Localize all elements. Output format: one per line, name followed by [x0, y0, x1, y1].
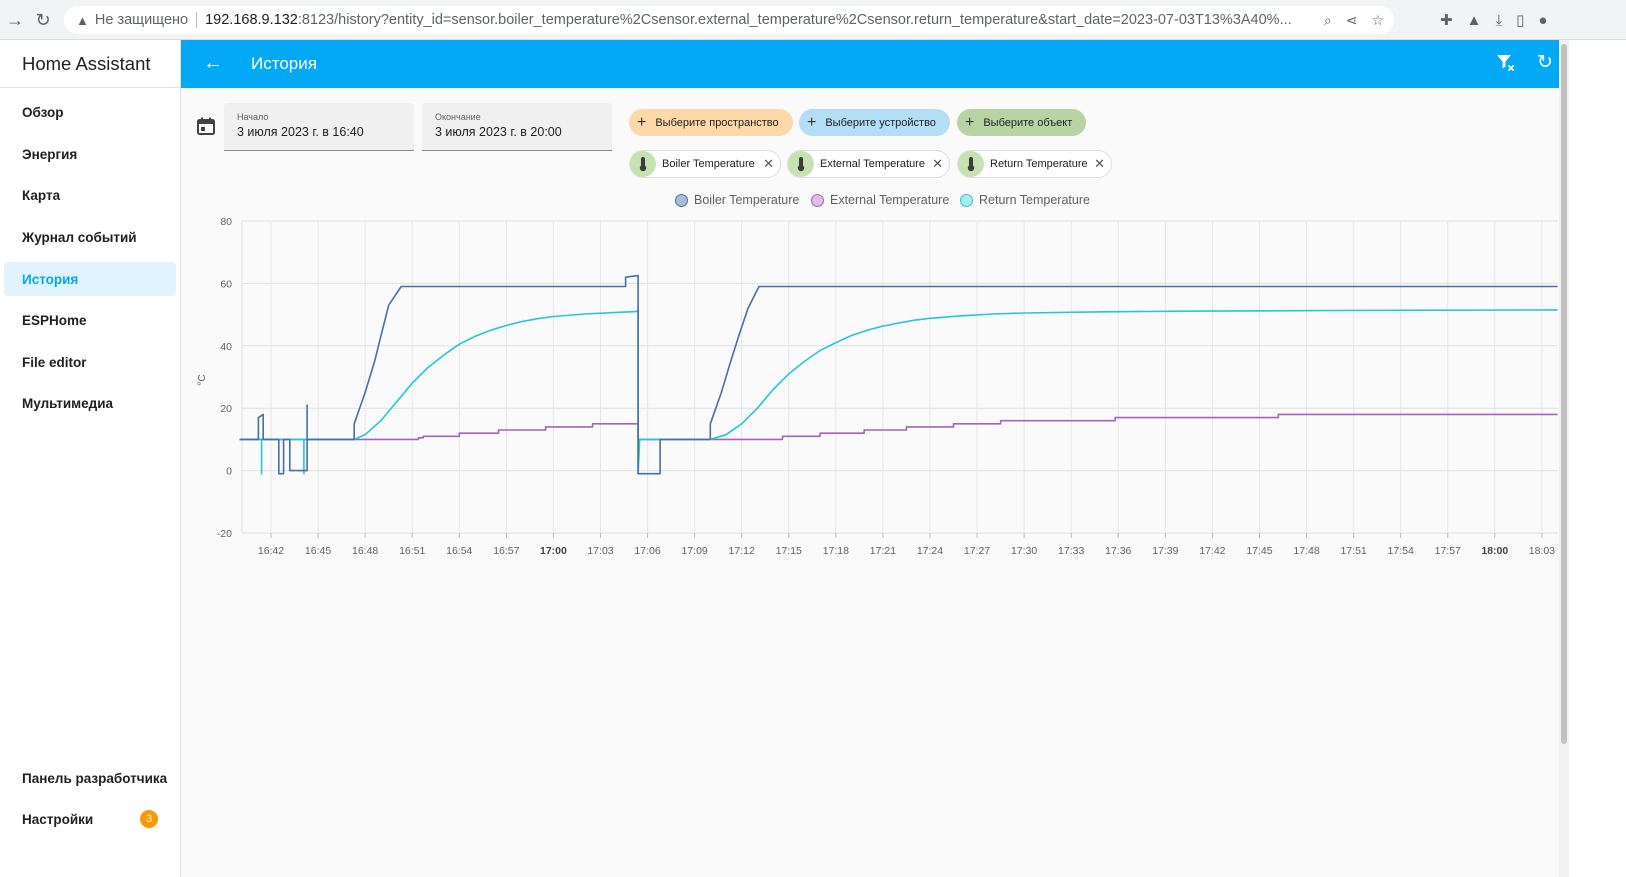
x-tick-label: 17:42 — [1199, 545, 1225, 557]
x-tick-label: 17:27 — [964, 545, 990, 557]
sidebar-item-label: Панель разработчика — [22, 770, 168, 786]
y-tick-label: 40 — [220, 341, 232, 353]
x-tick-label: 16:51 — [399, 545, 425, 557]
x-tick-label: 17:24 — [917, 545, 943, 557]
history-chart: 806040200-20 16:42 16:45 16:48 16:51 16:54 16… — [196, 216, 1558, 557]
chart-grid — [241, 220, 1558, 534]
x-tick-label: 17:30 — [1011, 545, 1037, 557]
y-tick-label: -20 — [217, 528, 232, 540]
x-tick-label: 17:36 — [1105, 545, 1131, 557]
x-tick-label: 17:00 — [540, 545, 567, 557]
x-tick-label: 17:33 — [1058, 545, 1084, 557]
series-line-external-temperature[interactable] — [239, 413, 1558, 441]
x-tick-label: 17:09 — [681, 545, 707, 557]
x-tick-label: 16:54 — [446, 545, 472, 557]
x-tick-label: 17:57 — [1435, 545, 1461, 557]
y-tick-label: 80 — [220, 216, 232, 228]
notification-badge: 3 — [140, 810, 158, 828]
x-tick-label: 16:57 — [493, 545, 519, 557]
y-tick-label: 0 — [226, 466, 232, 478]
x-tick-label: 18:03 — [1529, 545, 1555, 557]
x-tick-label: 17:45 — [1246, 545, 1272, 557]
x-tick-label: 17:06 — [634, 545, 660, 557]
x-tick-label: 16:42 — [258, 545, 284, 557]
x-tick-label: 17:39 — [1152, 545, 1178, 557]
x-tick-label: 16:48 — [352, 545, 378, 557]
y-axis-label: °C — [196, 374, 208, 386]
window-edge — [1569, 40, 1626, 877]
series-line-return-temperature[interactable] — [239, 309, 1558, 475]
x-tick-label: 17:48 — [1293, 545, 1319, 557]
x-tick-label: 17:03 — [587, 545, 613, 557]
y-axis-ticks: 80 60 40 20 0 -20 — [217, 216, 232, 540]
x-tick-label: 17:51 — [1340, 545, 1366, 557]
sidebar-item-developer-tools[interactable]: Панель разработчика — [4, 761, 176, 795]
x-tick-label: 17:15 — [776, 545, 802, 557]
sidebar-item-settings[interactable]: Настройки 3 — [4, 802, 176, 836]
chart-series — [239, 274, 1558, 475]
series-line-boiler-temperature[interactable] — [239, 274, 1558, 475]
sidebar-item-label: Настройки — [22, 811, 94, 827]
x-tick-label: 18:00 — [1481, 545, 1508, 557]
scrollbar-thumb[interactable] — [1561, 44, 1567, 744]
y-tick-label: 20 — [220, 403, 232, 415]
page-scrollbar[interactable] — [1559, 40, 1569, 877]
x-tick-label: 17:54 — [1388, 545, 1414, 557]
y-tick-label: 60 — [220, 278, 232, 290]
x-tick-label: 17:18 — [823, 545, 849, 557]
x-axis-ticks: 16:42 16:45 16:48 16:51 16:54 16:57 17:00 17:03… — [258, 533, 1555, 557]
x-tick-label: 17:21 — [870, 545, 896, 557]
x-tick-label: 17:12 — [729, 545, 755, 557]
x-tick-label: 16:45 — [305, 545, 331, 557]
